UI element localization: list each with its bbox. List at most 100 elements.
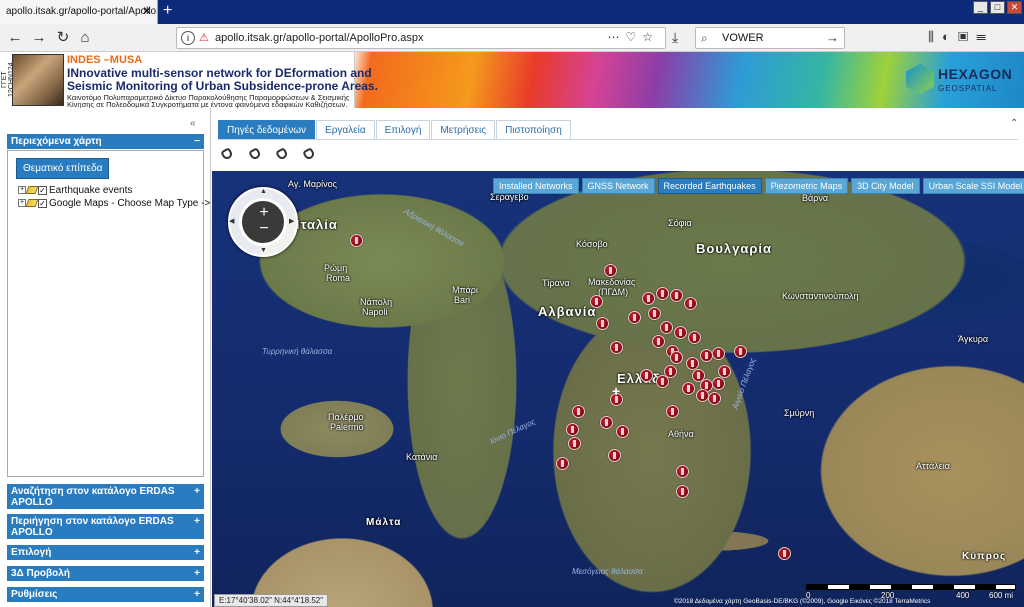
zoom-in-icon[interactable]: + [256, 205, 272, 221]
section-selection[interactable]: Επιλογή + [7, 545, 204, 560]
earthquake-marker[interactable] [642, 292, 655, 305]
earthquake-marker[interactable] [596, 317, 609, 330]
3d-city-model-button[interactable]: 3D City Model [851, 178, 920, 194]
pan-south-icon[interactable]: ▼ [260, 247, 267, 254]
pan-north-icon[interactable]: ▲ [260, 188, 267, 195]
tab-data-sources[interactable]: Πηγές δεδομένων [218, 120, 316, 140]
expand-icon[interactable]: + [194, 547, 200, 558]
earthquake-marker[interactable] [670, 289, 683, 302]
earthquake-marker[interactable] [682, 382, 695, 395]
earthquake-marker[interactable] [590, 295, 603, 308]
minimize-icon[interactable]: _ [973, 1, 988, 14]
maximize-icon[interactable]: □ [990, 1, 1005, 14]
earthquake-marker[interactable] [628, 311, 641, 324]
layer-checkbox[interactable]: ✓ [38, 198, 47, 208]
close-window-icon[interactable]: ✕ [1007, 1, 1022, 14]
pan-east-icon[interactable]: ▶ [289, 217, 294, 225]
pan-west-icon[interactable]: ◀ [229, 217, 234, 225]
earthquake-marker[interactable] [572, 405, 585, 418]
forward-icon[interactable]: → [28, 27, 50, 49]
earthquake-marker[interactable] [604, 264, 617, 277]
download-icon[interactable]: ⤓ [672, 29, 678, 46]
earthquake-marker[interactable] [778, 547, 791, 560]
back-icon[interactable]: ← [4, 27, 26, 49]
earthquake-marker[interactable] [684, 297, 697, 310]
recorded-earthquakes-button[interactable]: Recorded Earthquakes [657, 178, 762, 194]
toolbar-icons[interactable]: ⫼◐▣☰ [928, 29, 994, 45]
earthquake-marker[interactable] [616, 425, 629, 438]
earthquake-marker[interactable] [676, 485, 689, 498]
section-browse-catalog[interactable]: Περιήγηση στον κατάλογο ERDAS APOLLO + [7, 514, 204, 539]
tab-measurements[interactable]: Μετρήσεις [431, 120, 496, 140]
earthquake-marker[interactable] [656, 375, 669, 388]
earthquake-marker[interactable] [566, 423, 579, 436]
earthquake-marker[interactable] [666, 405, 679, 418]
map-label: Palermo [330, 422, 364, 432]
expand-icon[interactable]: + [194, 568, 200, 579]
tab-authentication[interactable]: Πιστοποίηση [496, 120, 571, 140]
earthquake-marker[interactable] [688, 331, 701, 344]
earthquake-marker[interactable] [350, 234, 363, 247]
page-actions-icon[interactable]: ⋯♡☆ [607, 30, 659, 44]
layer-checkbox[interactable]: ✓ [38, 185, 47, 195]
section-search-catalog[interactable]: Αναζήτηση στον κατάλογο ERDAS APOLLO + [7, 484, 204, 509]
search-bar[interactable]: ⌕ VOWER → [695, 27, 845, 49]
expand-icon[interactable]: + [194, 516, 200, 527]
section-3d-view[interactable]: 3Δ Προβολή + [7, 566, 204, 581]
section-map-contents[interactable]: Περιεχόμενα χάρτη − [7, 134, 204, 149]
zoom-out-icon[interactable]: − [256, 221, 272, 238]
collapse-left-icon[interactable]: « [190, 118, 196, 129]
earthquake-marker[interactable] [656, 287, 669, 300]
theme-layers-button[interactable]: Θεματικό επίπεδα [16, 158, 110, 179]
new-tab-icon[interactable]: + [163, 2, 172, 20]
earthquake-marker[interactable] [718, 365, 731, 378]
reload-icon[interactable]: ↻ [52, 27, 74, 49]
project-banner: ΓΓΕΤ 12CHN124 INDES –MUSA INnovative mul… [0, 52, 378, 109]
add-file-icon[interactable] [302, 147, 317, 162]
earthquake-marker[interactable] [712, 347, 725, 360]
earthquake-marker[interactable] [734, 345, 747, 358]
url-bar[interactable]: i ⚠ apollo.itsak.gr/apollo-portal/Apollo… [176, 27, 666, 49]
earthquake-marker[interactable] [652, 335, 665, 348]
collapse-toolbar-icon[interactable]: ⌃ [1010, 118, 1018, 129]
home-icon[interactable]: ⌂ [74, 27, 96, 49]
add-wfs-icon[interactable] [248, 147, 263, 162]
earthquake-marker[interactable] [608, 449, 621, 462]
url-text[interactable]: apollo.itsak.gr/apollo-portal/ApolloPro.… [215, 32, 424, 44]
earthquake-marker[interactable] [660, 321, 673, 334]
urban-ssi-model-button[interactable]: Urban Scale SSI Model [922, 178, 1024, 194]
browser-tab[interactable]: apollo.itsak.gr/apollo-portal/ApolloPro … [0, 0, 158, 24]
zoom-pan-control[interactable]: ▲ ▼ ◀ ▶ + − [228, 187, 298, 257]
search-go-icon[interactable]: → [826, 30, 839, 45]
earthquake-marker[interactable] [670, 351, 683, 364]
search-input[interactable]: VOWER [722, 32, 764, 44]
earthquake-marker[interactable] [556, 457, 569, 470]
earthquake-marker[interactable] [712, 377, 725, 390]
earthquake-marker[interactable] [640, 369, 653, 382]
add-wms-icon[interactable] [220, 147, 235, 162]
earthquake-marker[interactable] [676, 465, 689, 478]
info-icon[interactable]: i [181, 31, 195, 45]
piezometric-maps-button[interactable]: Piezometric Maps [764, 178, 849, 194]
site-banner: ΓΓΕΤ 12CHN124 INDES –MUSA INnovative mul… [0, 52, 1024, 109]
earthquake-marker[interactable] [648, 307, 661, 320]
layer-item[interactable]: + ✓ Google Maps - Choose Map Type -> [18, 198, 210, 209]
earthquake-marker[interactable] [696, 389, 709, 402]
earthquake-marker[interactable] [568, 437, 581, 450]
earthquake-marker[interactable] [610, 341, 623, 354]
close-tab-icon[interactable]: ✕ [142, 4, 152, 18]
earthquake-marker[interactable] [708, 392, 721, 405]
earthquake-marker[interactable] [674, 326, 687, 339]
expand-icon[interactable]: + [194, 589, 200, 600]
tab-selection[interactable]: Επιλογή [375, 120, 431, 140]
collapse-icon[interactable]: − [194, 136, 200, 147]
installed-networks-button[interactable]: Installed Networks [493, 178, 579, 194]
earthquake-marker[interactable] [600, 416, 613, 429]
section-settings[interactable]: Ρυθμίσεις + [7, 587, 204, 602]
layer-item[interactable]: + ✓ Earthquake events [18, 185, 132, 196]
expand-icon[interactable]: + [194, 486, 200, 497]
add-link-icon[interactable] [275, 147, 290, 162]
tab-tools[interactable]: Εργαλεία [316, 120, 375, 140]
earthquake-marker[interactable] [700, 349, 713, 362]
gnss-network-button[interactable]: GNSS Network [581, 178, 655, 194]
